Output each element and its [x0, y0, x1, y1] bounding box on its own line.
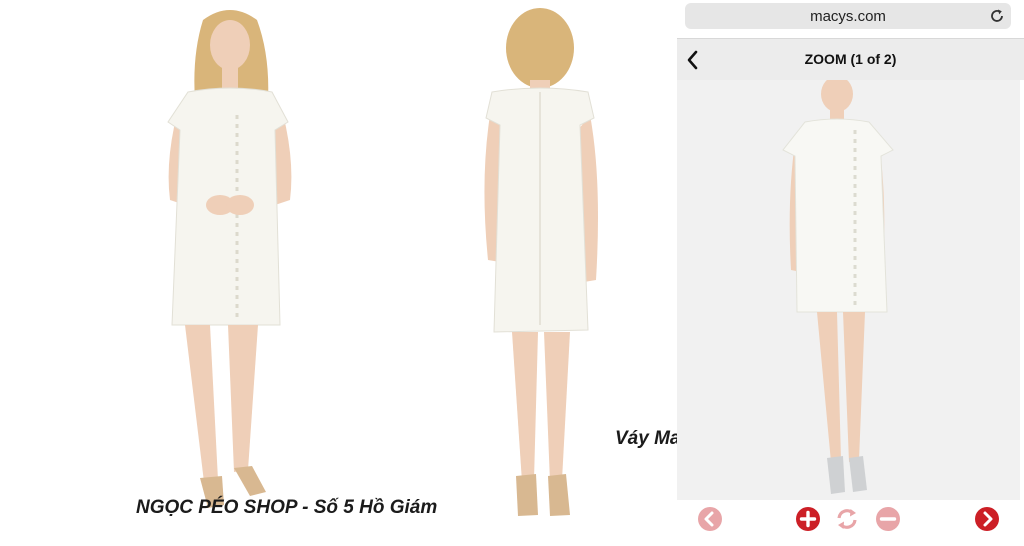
viewer-header: ZOOM (1 of 2): [677, 38, 1024, 80]
zoom-out-icon[interactable]: [875, 506, 901, 532]
zoomed-product-image[interactable]: [677, 76, 1020, 500]
viewer-title: ZOOM (1 of 2): [804, 51, 897, 67]
previous-icon[interactable]: [697, 506, 723, 532]
address-bar[interactable]: macys.com: [685, 3, 1011, 29]
product-photo-front: [140, 0, 320, 520]
url-text: macys.com: [810, 8, 886, 25]
reload-icon[interactable]: [989, 8, 1005, 24]
next-icon[interactable]: [974, 506, 1000, 532]
shop-caption: NGỌC PÉO SHOP - Số 5 Hồ Giám: [136, 497, 438, 518]
product-photo-back: [470, 0, 615, 520]
zoom-in-icon[interactable]: [795, 506, 821, 532]
mobile-screenshot: macys.com ZOOM (1 of 2): [677, 0, 1024, 546]
rotate-icon[interactable]: [834, 506, 860, 532]
